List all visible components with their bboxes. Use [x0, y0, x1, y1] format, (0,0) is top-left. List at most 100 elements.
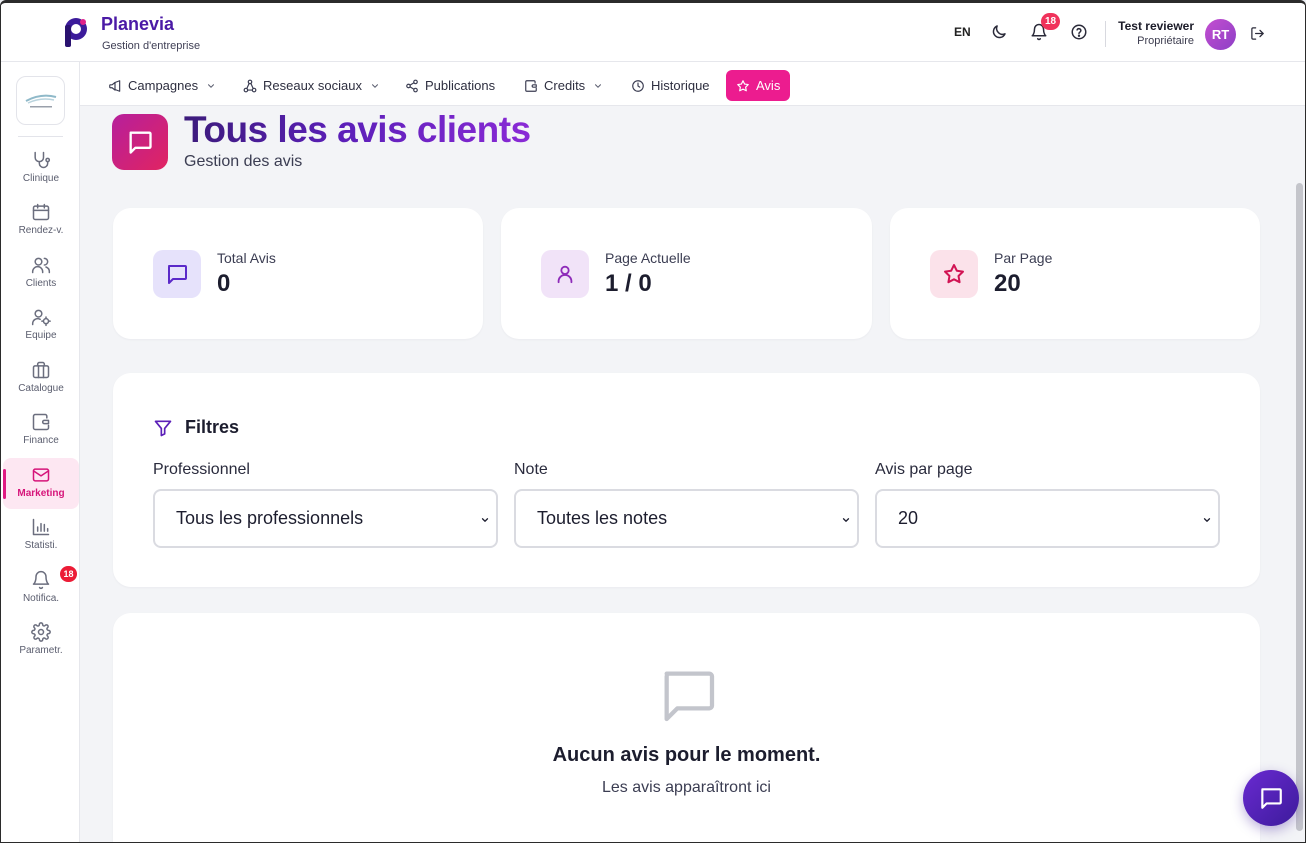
tab-avis[interactable]: Avis	[726, 70, 791, 101]
sidebar: Clinique Rendez-v. Clients Equipe Catalo…	[1, 62, 80, 842]
stat-label: Total Avis	[217, 250, 276, 266]
clock-icon	[632, 79, 644, 92]
gear-icon	[31, 622, 51, 642]
language-switch[interactable]: EN	[954, 25, 971, 39]
stat-card-page: Page Actuelle 1 / 0	[501, 208, 872, 339]
network-icon	[243, 79, 257, 92]
brand-subtitle: Gestion d'entreprise	[102, 40, 201, 52]
header-divider	[1105, 21, 1106, 47]
notification-badge: 18	[1041, 13, 1061, 30]
tab-reseaux-sociaux[interactable]: Reseaux sociaux	[233, 70, 390, 101]
chevron-down-icon	[208, 83, 215, 88]
sidebar-item-label: Notifica.	[22, 593, 60, 604]
scrollbar-thumb[interactable]	[1296, 183, 1303, 831]
top-header: Planevia Gestion d'entreprise EN 18 Test…	[1, 3, 1305, 62]
sidebar-item-label: Equipe	[25, 330, 57, 341]
note-select[interactable]: Toutes les notes	[514, 489, 859, 548]
chevron-down-icon	[842, 518, 850, 522]
help-icon[interactable]	[1070, 23, 1088, 41]
tab-label: Credits	[544, 78, 586, 93]
logout-icon[interactable]	[1250, 26, 1265, 41]
tab-campagnes[interactable]: Campagnes	[98, 70, 226, 101]
stat-icon	[930, 250, 978, 298]
megaphone-icon	[109, 79, 121, 92]
marketing-subnav: Campagnes Reseaux sociaux Publications C…	[80, 62, 1305, 106]
users-icon	[31, 257, 51, 274]
brand-name[interactable]: Planevia	[101, 14, 174, 35]
mail-icon	[32, 468, 50, 482]
message-icon	[664, 671, 715, 722]
bell-icon	[32, 570, 50, 590]
message-icon	[129, 131, 152, 154]
empty-state-subtitle: Les avis apparaîtront ici	[602, 779, 771, 796]
professionnel-label: Professionnel	[153, 461, 250, 478]
wallet-icon	[32, 413, 50, 431]
user-gear-icon	[31, 309, 51, 327]
sidebar-divider	[18, 136, 63, 137]
sidebar-item-label: Clinique	[22, 173, 60, 184]
stat-value: 20	[994, 270, 1021, 297]
stat-value: 0	[217, 270, 231, 297]
empty-state-title: Aucun avis pour le moment.	[552, 744, 821, 766]
organization-logo-icon	[25, 94, 56, 107]
filters-card: Filtres Professionnel Tous les professio…	[113, 373, 1260, 587]
sidebar-item-catalogue[interactable]: Catalogue	[3, 353, 79, 404]
tab-label: Historique	[651, 78, 710, 93]
tab-publications[interactable]: Publications	[395, 70, 505, 101]
calendar-icon	[32, 203, 50, 221]
sidebar-item-equipe[interactable]: Equipe	[3, 300, 79, 351]
sidebar-item-marketing[interactable]: Marketing	[3, 458, 79, 509]
organization-logo[interactable]	[16, 76, 65, 125]
share-icon	[406, 79, 418, 92]
star-icon	[944, 264, 964, 284]
filter-icon	[154, 420, 172, 437]
planevia-logo-icon[interactable]	[61, 16, 89, 48]
select-value: Toutes les notes	[537, 508, 668, 528]
star-icon	[737, 79, 749, 91]
message-icon	[168, 265, 187, 284]
user-name[interactable]: Test reviewer	[1118, 19, 1194, 33]
note-label: Note	[514, 461, 548, 478]
sidebar-item-clients[interactable]: Clients	[3, 248, 79, 299]
page-title: Tous les avis clients	[184, 109, 531, 150]
tab-historique[interactable]: Historique	[621, 70, 720, 101]
chevron-down-icon	[595, 83, 602, 88]
sidebar-item-label: Parametr.	[19, 645, 63, 656]
filters-title: Filtres	[185, 417, 240, 437]
moon-icon[interactable]	[990, 23, 1008, 41]
sidebar-item-statistiques[interactable]: Statisti.	[3, 510, 79, 561]
chevron-down-icon	[371, 83, 379, 88]
chevron-down-icon	[1203, 518, 1211, 522]
stat-icon	[153, 250, 201, 298]
tab-label: Campagnes	[128, 78, 199, 93]
stat-card-per-page: Par Page 20	[890, 208, 1260, 339]
tab-credits[interactable]: Credits	[514, 70, 613, 101]
bar-chart-icon	[32, 518, 50, 536]
sidebar-item-label: Clients	[25, 278, 57, 289]
user-role: Propriétaire	[1137, 35, 1194, 47]
chat-button[interactable]	[1243, 770, 1299, 826]
select-value: 20	[898, 508, 919, 528]
notification-badge: 18	[60, 566, 77, 582]
stat-label: Par Page	[994, 250, 1053, 266]
briefcase-icon	[32, 361, 50, 379]
stethoscope-icon	[34, 151, 51, 169]
stat-value: 1 / 0	[605, 270, 652, 297]
sidebar-item-clinique[interactable]: Clinique	[3, 143, 79, 194]
stat-label: Page Actuelle	[605, 250, 691, 266]
sidebar-item-label: Marketing	[17, 488, 65, 499]
user-icon	[557, 265, 573, 284]
sidebar-item-finance[interactable]: Finance	[3, 405, 79, 456]
professionnel-select[interactable]: Tous les professionnels	[153, 489, 498, 548]
per-page-select[interactable]: 20	[875, 489, 1220, 548]
avatar[interactable]: RT	[1205, 19, 1236, 50]
stat-card-total: Total Avis 0	[113, 208, 483, 339]
select-value: Tous les professionnels	[176, 508, 364, 528]
per-page-label: Avis par page	[875, 461, 973, 478]
sidebar-item-rendez-vous[interactable]: Rendez-v.	[3, 195, 79, 246]
sidebar-item-label: Finance	[23, 435, 59, 446]
sidebar-item-parametres[interactable]: Parametr.	[3, 615, 79, 666]
sidebar-item-label: Statisti.	[24, 540, 58, 551]
sidebar-item-notifications[interactable]: Notifica. 18	[3, 563, 79, 614]
chevron-down-icon	[481, 518, 489, 522]
